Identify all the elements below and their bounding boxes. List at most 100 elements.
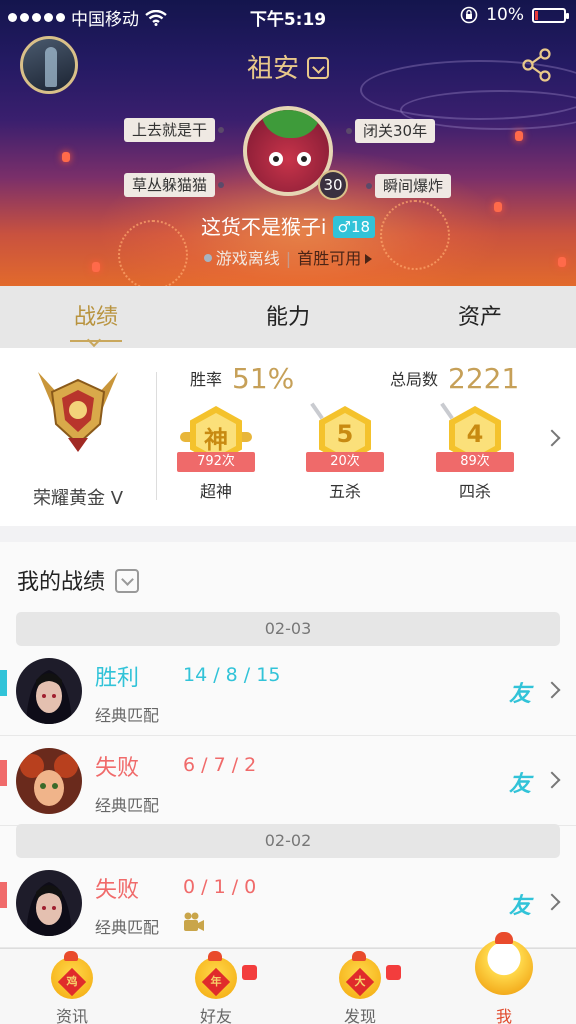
rank-emblem-icon <box>38 372 118 452</box>
badge-count: 792次 <box>177 452 255 472</box>
level-badge: 30 <box>318 170 348 200</box>
notification-badge <box>386 965 401 980</box>
match-kda: 0 / 1 / 0 <box>183 876 257 898</box>
chick-icon-char: 大 <box>354 975 366 988</box>
tab-record[interactable]: 战绩 <box>0 286 192 348</box>
status-right: 10% <box>460 5 569 25</box>
achievement-badge: 5 20次 五杀 <box>297 402 393 502</box>
tabbar-item-friends[interactable]: 年 好友 <box>144 949 288 1024</box>
friend-badge: 友 <box>509 682 532 707</box>
match-records: 我的战绩 02-03 胜利 14 / 8 / 15 经典匹配 友 失败 6 / … <box>0 542 576 948</box>
divider <box>156 372 157 500</box>
rank-name: 荣耀黄金 V <box>32 488 124 509</box>
chevron-right-icon[interactable] <box>543 429 561 447</box>
achievement-badge: 4 89次 四杀 <box>427 402 523 502</box>
loss-indicator <box>0 760 7 786</box>
play-arrow-icon <box>365 254 373 264</box>
tab-assets[interactable]: 资产 <box>384 286 576 348</box>
dropdown-icon <box>115 569 140 593</box>
tabbar-item-news[interactable]: 鸡 资讯 <box>0 949 144 1024</box>
offline-dot-icon <box>203 254 212 262</box>
status-separator: | <box>285 249 292 268</box>
winrate-stat: 胜率 51% <box>190 362 294 395</box>
sword-icon <box>310 402 324 420</box>
win-indicator <box>0 670 7 696</box>
account-name: 祖安 <box>246 54 299 84</box>
online-status[interactable]: 游戏离线 | 首胜可用 <box>0 245 576 269</box>
hero-avatar <box>16 748 82 814</box>
tabbar-item-me[interactable]: 我 <box>432 932 576 1024</box>
share-icon[interactable] <box>522 48 552 82</box>
player-nickname: 这货不是猴子i ♂18 <box>0 211 576 240</box>
personality-tag: 瞬间爆炸 <box>365 174 452 198</box>
badge-count: 20次 <box>306 452 384 472</box>
badge-label: 超神 <box>199 482 232 501</box>
winrate-value: 51% <box>232 362 295 395</box>
tabbar-label: 资讯 <box>55 1007 88 1024</box>
battery-percent: 10% <box>486 5 524 25</box>
match-row[interactable]: 失败 0 / 1 / 0 经典匹配 友 <box>0 858 576 948</box>
tabbar-label: 发现 <box>343 1007 376 1024</box>
chevron-right-icon <box>543 771 561 789</box>
hero-avatar <box>16 658 82 724</box>
tabbar-item-discover[interactable]: 大 发现 <box>288 949 432 1024</box>
notification-badge <box>242 965 257 980</box>
records-title: 我的战绩 <box>17 570 106 595</box>
friend-badge: 友 <box>509 894 532 919</box>
games-label: 总局数 <box>390 370 439 389</box>
nickname-text: 这货不是猴子i <box>200 215 327 239</box>
stats-panel[interactable]: 荣耀黄金 V 胜率 51% 总局数 2221 神 792次 超神 5 20次 五杀 … <box>0 348 576 526</box>
personality-tag: 闭关30年 <box>345 119 436 143</box>
match-mode: 经典匹配 <box>95 796 160 815</box>
status-text: 游戏离线 <box>215 249 280 268</box>
match-mode: 经典匹配 <box>95 706 160 725</box>
sword-icon <box>440 402 454 420</box>
chick-icon: 大 <box>339 951 381 999</box>
dropdown-icon <box>307 56 329 79</box>
video-icon[interactable] <box>183 912 205 932</box>
personality-tag: 上去就是干 <box>124 118 225 142</box>
match-kda: 6 / 7 / 2 <box>183 754 257 776</box>
badge-char: 神 <box>204 426 228 454</box>
date-divider: 02-03 <box>16 612 560 646</box>
badge-char: 4 <box>466 420 484 448</box>
chevron-right-icon <box>543 681 561 699</box>
records-filter[interactable]: 我的战绩 <box>17 564 140 596</box>
gender-age-badge: ♂18 <box>332 216 376 238</box>
battery-icon <box>532 7 569 23</box>
bottom-tab-bar: 鸡 资讯 年 好友 大 发现 我 <box>0 932 576 1024</box>
chick-icon-char: 年 <box>210 975 222 988</box>
lantern-decoration <box>62 152 70 162</box>
account-switcher[interactable]: 祖安 <box>0 48 576 85</box>
match-result: 失败 <box>95 878 140 903</box>
chick-icon <box>475 932 533 995</box>
profile-tabs: 战绩 能力 资产 <box>0 286 576 348</box>
games-stat: 总局数 2221 <box>390 362 519 395</box>
winrate-label: 胜率 <box>190 370 223 389</box>
games-value: 2221 <box>448 362 520 395</box>
hero-avatar <box>16 870 82 936</box>
chick-icon: 鸡 <box>51 951 93 999</box>
chevron-right-icon <box>543 893 561 911</box>
match-row[interactable]: 胜利 14 / 8 / 15 经典匹配 友 <box>0 646 576 736</box>
match-result: 失败 <box>95 756 140 781</box>
badge-char: 5 <box>336 420 354 448</box>
date-divider: 02-02 <box>16 824 560 858</box>
match-result: 胜利 <box>95 666 140 691</box>
chick-icon: 年 <box>195 951 237 999</box>
tabbar-label: 我 <box>495 1007 512 1024</box>
lock-rotation-icon <box>460 6 478 24</box>
chick-icon-char: 鸡 <box>66 975 78 988</box>
match-mode: 经典匹配 <box>95 918 160 937</box>
tabbar-label: 好友 <box>199 1007 232 1024</box>
lantern-decoration <box>515 131 523 141</box>
first-win-text: 首胜可用 <box>297 249 362 268</box>
profile-header: 中国移动 下午5:19 10% 祖安 上去就是干 草丛躲猫猫 闭关30年 瞬间爆… <box>0 0 576 286</box>
personality-tag: 草丛躲猫猫 <box>124 173 225 197</box>
status-bar: 中国移动 下午5:19 10% <box>0 0 576 32</box>
tab-ability[interactable]: 能力 <box>192 286 384 348</box>
match-row[interactable]: 失败 6 / 7 / 2 经典匹配 友 <box>0 736 576 826</box>
achievement-badge: 神 792次 超神 <box>168 406 264 502</box>
friend-badge: 友 <box>509 772 532 797</box>
match-kda: 14 / 8 / 15 <box>183 664 281 686</box>
